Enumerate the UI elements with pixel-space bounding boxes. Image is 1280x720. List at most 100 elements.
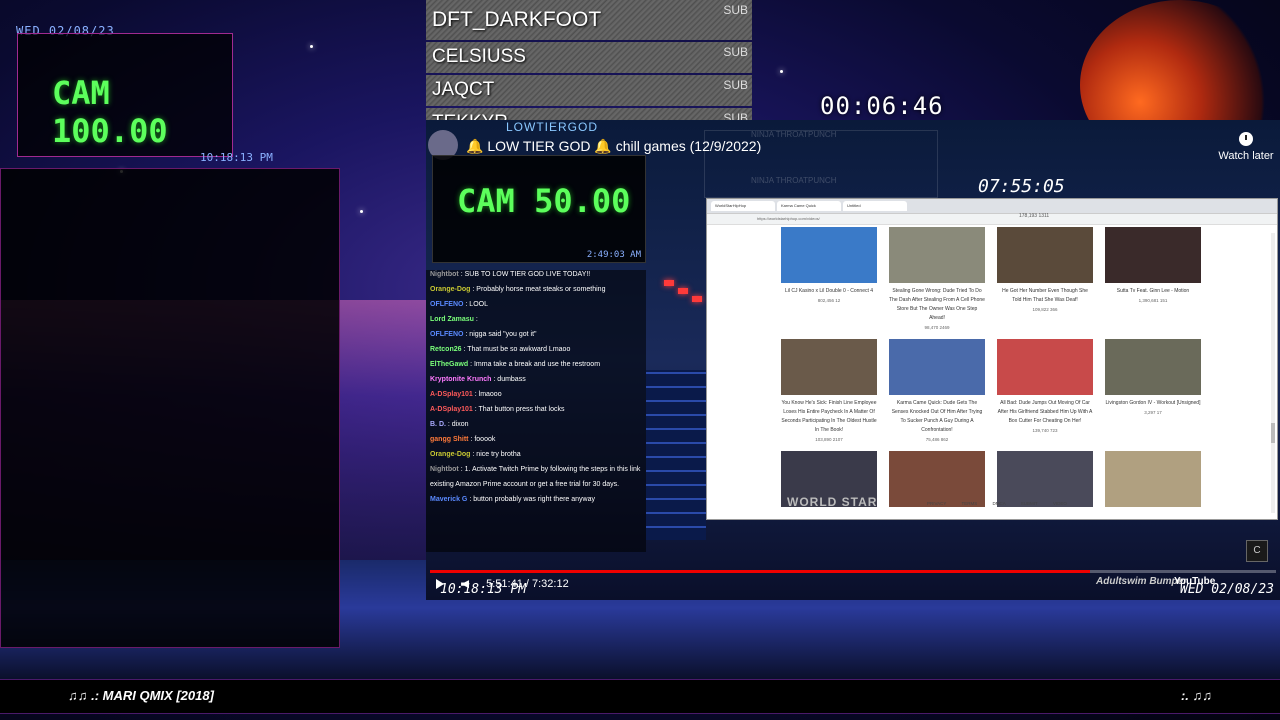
video-player[interactable]: NINJA THROATPUNCH NINJA THROATPUNCH LOWT… xyxy=(426,120,1280,600)
video-card[interactable]: He Got Her Number Even Though She Told H… xyxy=(997,227,1093,312)
sub-tag: SUB xyxy=(723,45,748,59)
scrollbar-thumb[interactable] xyxy=(1271,423,1275,443)
watch-later-button[interactable]: Watch later xyxy=(1216,132,1276,162)
chat-text: : LOOL xyxy=(465,301,488,308)
chat-username[interactable]: ElTheGawd xyxy=(430,361,468,368)
video-thumbnail[interactable] xyxy=(781,227,877,283)
chat-message: A-DSplay101 : That button press that loc… xyxy=(430,405,646,414)
cam-mid-time: 2:49:03 AM xyxy=(586,250,641,260)
sub-row: DFT_DARKFOOT SUB xyxy=(426,0,752,40)
chat-text: : dumbass xyxy=(493,376,526,383)
stream-timer: 00:06:46 xyxy=(820,92,944,120)
video-card-stats: 139,740 723 xyxy=(1032,428,1058,433)
music-suffix: :. ♫♫ xyxy=(1180,688,1212,703)
chat-username[interactable]: gangg Shitt xyxy=(430,436,469,443)
video-card-stats: 103,890 2107 xyxy=(815,437,843,442)
browser-tab[interactable]: Karma Came Quick xyxy=(777,201,841,211)
chat-text: : fooook xyxy=(470,436,496,443)
counts-top: 178,193 1311 xyxy=(1019,213,1050,219)
chat-username[interactable]: Orange-Dog xyxy=(430,451,470,458)
video-card-title[interactable]: All Bad: Dude Jumps Out Moving Of Car Af… xyxy=(997,399,1093,426)
video-thumbnail[interactable] xyxy=(1105,227,1201,283)
chat-username[interactable]: OFLFENO xyxy=(430,301,463,308)
chat-username[interactable]: A-DSplay101 xyxy=(430,406,473,413)
video-card-stats: 75,486 862 xyxy=(925,437,949,442)
chat-username[interactable]: Orange-Dog xyxy=(430,286,470,293)
video-thumbnail[interactable] xyxy=(1105,339,1201,395)
neon-light xyxy=(692,296,702,302)
video-card-title[interactable]: Stealing Gone Wrong: Dude Tried To Do Th… xyxy=(889,287,985,323)
video-thumbnail[interactable] xyxy=(889,451,985,507)
video-card[interactable] xyxy=(1105,451,1201,511)
date-bottom-right: WED 02/08/23 xyxy=(1180,582,1274,597)
video-thumbnail[interactable] xyxy=(889,339,985,395)
bottom-bar: ♫♫ .: MARI QMIX [2018] :. ♫♫ xyxy=(0,679,1280,714)
video-card[interactable]: Lil CJ Kasino x Lil Double 0 - Connect 4… xyxy=(781,227,877,303)
video-card-title[interactable]: He Got Her Number Even Though She Told H… xyxy=(997,287,1093,305)
chat-text: : 1. Activate Twitch Prime by following … xyxy=(460,466,641,473)
video-thumbnail[interactable] xyxy=(997,227,1093,283)
video-thumbnail[interactable] xyxy=(1105,451,1201,507)
chat-username[interactable]: A-DSplay101 xyxy=(430,391,473,398)
video-card[interactable]: Stealing Gone Wrong: Dude Tried To Do Th… xyxy=(889,227,985,330)
video-card-stats: 802,456 12 xyxy=(817,298,841,303)
chat-message: OFLFENO : nigga said "you got it" xyxy=(430,330,646,339)
video-thumbnail[interactable] xyxy=(781,339,877,395)
video-neon-building xyxy=(646,370,706,540)
chat-message: Lord Zamasu : xyxy=(430,315,646,324)
chat-text: : xyxy=(475,316,478,323)
sub-name: CELSIUSS xyxy=(432,46,526,67)
video-card-title[interactable]: Livingston Gordon IV - Workout [Unsigned… xyxy=(1105,399,1201,408)
video-card-title[interactable]: Karma Came Quick: Dude Gets The Senses K… xyxy=(889,399,985,435)
browser-url-bar[interactable]: https://worldstarhiphop.com/videos/ xyxy=(707,214,1277,225)
browser-tab-bar: WorldStarHipHop Karma Came Quick Untitle… xyxy=(707,199,1277,214)
sub-tag: SUB xyxy=(723,78,748,92)
chat-message: Kryptonite Krunch : dumbass xyxy=(430,375,646,384)
chat-username[interactable]: Retcon26 xyxy=(430,346,462,353)
video-card-title[interactable]: Sutta Tv Feat. Ginn Lee - Motion xyxy=(1105,287,1201,296)
sub-list: DFT_DARKFOOT SUB CELSIUSS SUB JAQCT SUB … xyxy=(426,0,752,124)
video-title[interactable]: 🔔 LOW TIER GOD 🔔 chill games (12/9/2022) xyxy=(466,138,761,155)
chat-message: gangg Shitt : fooook xyxy=(430,435,646,444)
video-card[interactable]: Karma Came Quick: Dude Gets The Senses K… xyxy=(889,339,985,442)
chat-text: : That button press that locks xyxy=(474,406,565,413)
ghost-text: NINJA THROATPUNCH xyxy=(751,130,837,139)
video-card[interactable]: Sutta Tv Feat. Ginn Lee - Motion 1,390,68… xyxy=(1105,227,1201,303)
cam-box-mid: CAM 50.00 2:49:03 AM xyxy=(432,155,646,263)
browser-tab[interactable]: WorldStarHipHop xyxy=(711,201,775,211)
chat-username[interactable]: OFLFENO xyxy=(430,331,463,338)
video-card-title[interactable]: Lil CJ Kasino x Lil Double 0 - Connect 4 xyxy=(781,287,877,296)
chat-message: B. D. : dixon xyxy=(430,420,646,429)
chat-text: : lmaooo xyxy=(474,391,502,398)
browser-scrollbar[interactable] xyxy=(1271,233,1275,513)
browser-window: WorldStarHipHop Karma Came Quick Untitle… xyxy=(706,198,1278,520)
chat-message: Orange-Dog : Probably horse meat steaks … xyxy=(430,285,646,294)
video-card-title[interactable]: You Know He's Sick: Finish Line Employee… xyxy=(781,399,877,435)
cam-mid-text: CAM 50.00 xyxy=(457,182,631,220)
chat-username[interactable]: Kryptonite Krunch xyxy=(430,376,491,383)
sub-name: JAQCT xyxy=(432,79,495,100)
video-card[interactable]: All Bad: Dude Jumps Out Moving Of Car Af… xyxy=(997,339,1093,433)
chat-message: A-DSplay101 : lmaooo xyxy=(430,390,646,399)
chat-username[interactable]: Lord Zamasu xyxy=(430,316,474,323)
clock-icon xyxy=(1239,132,1253,146)
browser-tab[interactable]: Untitled xyxy=(843,201,907,211)
chat-message: OFLFENO : LOOL xyxy=(430,300,646,309)
video-thumbnail[interactable] xyxy=(997,339,1093,395)
chat-username[interactable]: B. D. xyxy=(430,421,446,428)
twitter-handle: LOWTIERGOD xyxy=(506,120,599,134)
chat-username[interactable]: Nightbot xyxy=(430,466,459,473)
ghost-text: NINJA THROATPUNCH xyxy=(751,176,837,185)
sub-row: JAQCT SUB xyxy=(426,75,752,106)
video-thumbnail[interactable] xyxy=(889,227,985,283)
chat-username[interactable]: Maverick G xyxy=(430,496,467,503)
chat-username[interactable]: Nightbot xyxy=(430,271,459,278)
video-card[interactable]: You Know He's Sick: Finish Line Employee… xyxy=(781,339,877,442)
chat-message: Maverick G : button probably was right t… xyxy=(430,495,646,504)
video-thumbnail[interactable] xyxy=(997,451,1093,507)
chat-message: Nightbot : 1. Activate Twitch Prime by f… xyxy=(430,465,646,474)
progress-bar[interactable] xyxy=(430,570,1276,573)
chat-text: : nice try brotha xyxy=(472,451,521,458)
sub-row: CELSIUSS SUB xyxy=(426,42,752,73)
video-card[interactable]: Livingston Gordon IV - Workout [Unsigned… xyxy=(1105,339,1201,415)
